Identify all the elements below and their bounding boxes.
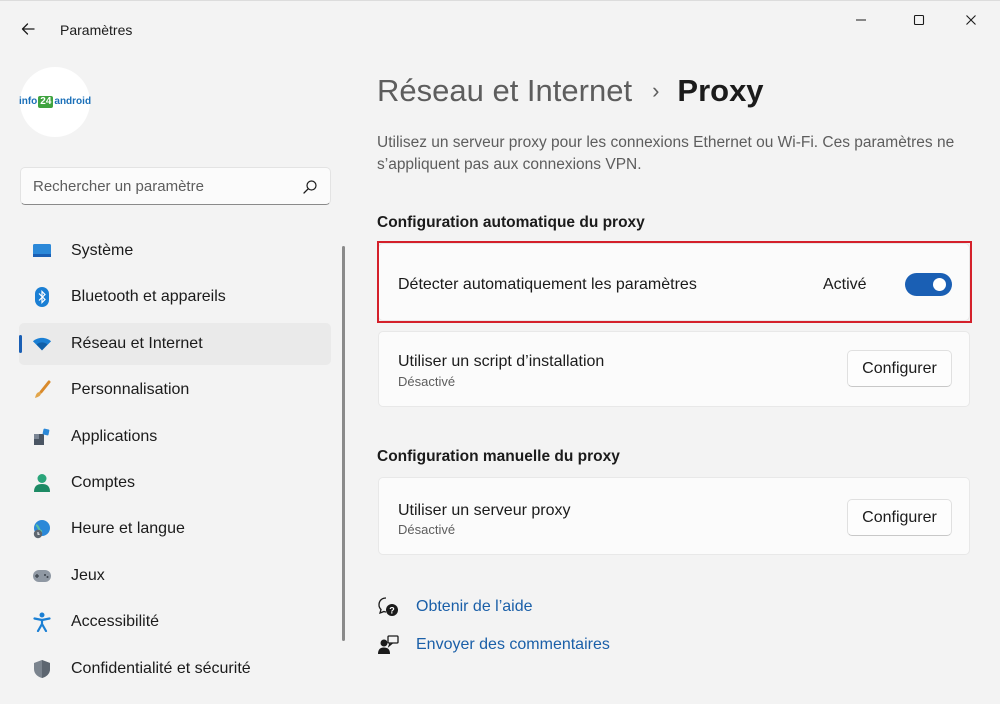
send-feedback-link[interactable]: Envoyer des commentaires [416,636,610,654]
svg-text:?: ? [389,606,395,616]
sidebar-item-label: Comptes [71,473,136,491]
setup-script-status: Désactivé [398,374,456,389]
globe-clock-icon [32,519,52,539]
sidebar-item-label: Personnalisation [71,381,190,399]
apps-icon [32,427,52,447]
search-box[interactable] [20,167,331,205]
sidebar-item-personnalisation[interactable]: Personnalisation [19,369,331,411]
proxy-server-status: Désactivé [398,522,456,537]
maximize-icon [913,14,925,26]
proxy-server-configure-button[interactable]: Configurer [847,499,952,536]
sidebar-nav: Système Bluetooth et appareils Réseau et… [19,230,331,694]
sidebar-item-accessibilite[interactable]: Accessibilité [19,601,331,643]
highlight-frame [377,241,972,323]
proxy-server-card: Utiliser un serveur proxy Désactivé Conf… [378,477,970,555]
sidebar-item-bluetooth[interactable]: Bluetooth et appareils [19,276,331,318]
close-icon [966,15,976,25]
sidebar-item-label: Confidentialité et sécurité [71,659,251,677]
back-button[interactable] [14,15,42,43]
system-icon [32,241,52,261]
brand-logo: info 24 android [18,96,92,108]
back-arrow-icon [21,23,35,35]
account-icon [32,473,52,493]
search-input[interactable] [33,176,293,196]
gamepad-icon [32,566,52,586]
feedback-link-row[interactable]: Envoyer des commentaires [377,633,610,657]
search-icon[interactable] [302,179,318,195]
sidebar-item-systeme[interactable]: Système [19,230,331,272]
sidebar-item-label: Heure et langue [71,520,185,538]
breadcrumb-parent-link[interactable]: Réseau et Internet [377,73,632,109]
maximize-button[interactable] [896,5,942,35]
help-link-row[interactable]: ? Obtenir de l’aide [377,595,533,619]
settings-window: Paramètres info24android Système [0,0,1000,704]
shield-icon [32,659,52,679]
sidebar-scrollbar[interactable] [342,246,345,641]
sidebar-item-label: Applications [71,427,158,445]
sidebar-item-comptes[interactable]: Comptes [19,462,331,504]
sidebar-item-label: Réseau et Internet [71,334,203,352]
sidebar-item-label: Accessibilité [71,613,160,631]
sidebar-item-confidentialite[interactable]: Confidentialité et sécurité [19,648,331,690]
accessibility-icon [32,612,52,633]
wifi-icon [32,334,52,354]
sidebar-item-heure-langue[interactable]: Heure et langue [19,508,331,550]
app-title: Paramètres [60,22,133,38]
setup-script-label: Utiliser un script d’installation [398,353,605,370]
sidebar-item-jeux[interactable]: Jeux [19,555,331,597]
bluetooth-icon [32,287,52,308]
minimize-button[interactable] [838,5,884,35]
feedback-icon [377,634,399,656]
title-bar: Paramètres [0,1,1000,41]
brush-icon [32,380,52,400]
sidebar-item-label: Système [71,242,134,259]
help-icon: ? [377,596,399,618]
setup-script-configure-button[interactable]: Configurer [847,350,952,387]
sidebar-item-reseau[interactable]: Réseau et Internet [19,322,331,365]
setup-script-card: Utiliser un script d’installation Désact… [378,331,970,407]
sidebar-item-label: Bluetooth et appareils [71,288,226,306]
page-title: Proxy [677,73,764,108]
get-help-link[interactable]: Obtenir de l’aide [416,598,533,616]
page-description: Utilisez un serveur proxy pour les conne… [377,134,955,173]
manual-proxy-section-title: Configuration manuelle du proxy [377,448,620,465]
minimize-icon [856,19,866,21]
auto-proxy-section-title: Configuration automatique du proxy [377,214,645,231]
breadcrumb: Réseau et Internet › Proxy [377,71,764,111]
sidebar-item-label: Jeux [71,566,105,584]
chevron-right-icon: › [652,78,660,103]
proxy-server-label: Utiliser un serveur proxy [398,502,571,519]
sidebar-item-applications[interactable]: Applications [19,416,331,458]
close-button[interactable] [948,5,994,35]
user-avatar[interactable]: info 24 android [18,67,92,137]
